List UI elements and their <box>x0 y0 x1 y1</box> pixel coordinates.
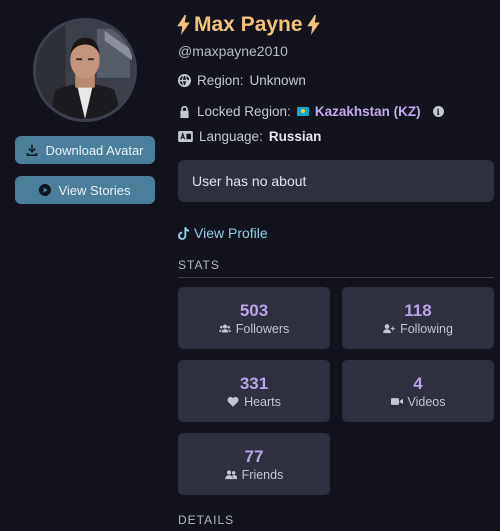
language-label: Language: <box>199 129 263 144</box>
play-circle-icon <box>39 184 52 196</box>
view-stories-button[interactable]: View Stories <box>15 176 155 204</box>
download-avatar-button[interactable]: Download Avatar <box>15 136 155 164</box>
locked-region-row: Locked Region: Kazakhstan (KZ) i <box>178 104 444 119</box>
username-handle: @maxpayne2010 <box>178 43 288 59</box>
tiktok-icon <box>178 226 189 240</box>
stat-value: 118 <box>404 300 432 320</box>
heart-icon <box>227 396 239 407</box>
kazakhstan-flag-icon <box>296 107 309 116</box>
stat-card-friends: 77 Friends <box>178 433 330 495</box>
stat-label: Following <box>400 321 453 336</box>
user-friends-icon <box>224 470 237 480</box>
globe-icon <box>178 74 191 87</box>
view-stories-label: View Stories <box>58 182 131 198</box>
language-icon <box>178 131 193 142</box>
locked-region-label: Locked Region: <box>197 104 291 119</box>
users-icon <box>218 324 231 333</box>
stat-value: 77 <box>244 446 264 466</box>
user-plus-icon <box>383 324 396 334</box>
info-icon[interactable]: i <box>432 106 444 117</box>
download-avatar-label: Download Avatar <box>45 142 144 158</box>
stat-card-videos: 4 Videos <box>342 360 494 422</box>
language-value: Russian <box>268 129 322 144</box>
language-row: Language: Russian <box>178 129 321 144</box>
view-profile-label: View Profile <box>194 225 268 241</box>
stat-label: Friends <box>241 467 284 482</box>
locked-region-value: Kazakhstan (KZ) <box>314 104 421 119</box>
region-value: Unknown <box>249 73 306 88</box>
stat-card-following: 118 Following <box>342 287 494 349</box>
stat-value: 503 <box>239 300 269 320</box>
region-label: Region: <box>197 73 244 88</box>
profile-name: Max Payne <box>177 13 320 37</box>
lightning-icon <box>306 15 320 35</box>
stat-card-followers: 503 Followers <box>178 287 330 349</box>
download-icon <box>27 144 38 156</box>
stat-label: Videos <box>407 394 446 409</box>
stats-divider <box>178 277 494 278</box>
video-icon <box>390 398 403 405</box>
stat-label: Followers <box>235 321 290 336</box>
about-text: User has no about <box>192 173 307 189</box>
stat-value: 4 <box>413 373 423 393</box>
lock-icon <box>180 105 189 118</box>
details-heading: DETAILS <box>178 513 235 527</box>
about-box: User has no about <box>178 160 494 202</box>
avatar-image <box>36 21 134 119</box>
lightning-icon <box>177 15 190 35</box>
display-name: Max Payne <box>194 13 303 36</box>
stat-value: 331 <box>239 373 269 393</box>
region-row: Region: Unknown <box>178 73 306 88</box>
stats-heading: STATS <box>178 258 220 272</box>
view-profile-link[interactable]: View Profile <box>178 225 268 241</box>
avatar <box>33 18 137 122</box>
stat-label: Hearts <box>244 394 281 409</box>
stat-card-hearts: 331 Hearts <box>178 360 330 422</box>
